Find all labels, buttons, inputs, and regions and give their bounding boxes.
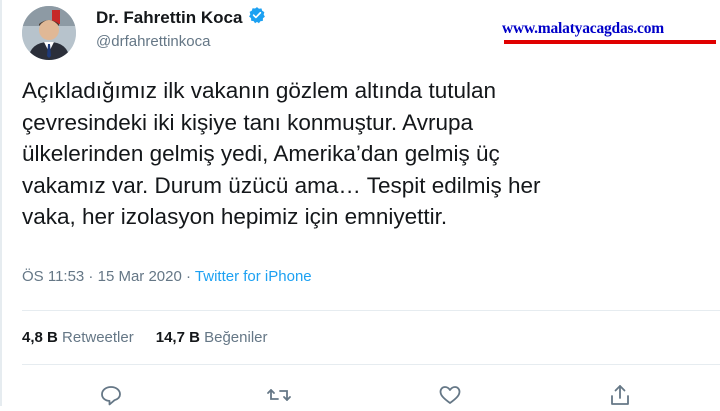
tweet-meta: ÖS 11:53 · 15 Mar 2020 · Twitter for iPh…	[22, 268, 312, 285]
likes-label: Beğeniler	[204, 329, 268, 346]
divider	[22, 310, 720, 311]
like-icon[interactable]	[438, 384, 464, 406]
tweet-line: çevresindeki iki kişiye tanı konmuştur. …	[22, 109, 474, 135]
meta-separator: ·	[181, 268, 195, 285]
watermark-text: www.malatyacagdas.com	[502, 20, 664, 37]
author-block: Dr. Fahrettin Koca @drfahrettinkoca	[96, 6, 266, 50]
retweets-label: Retweetler	[62, 329, 134, 346]
display-name[interactable]: Dr. Fahrettin Koca	[96, 8, 242, 28]
tweet-source-link[interactable]: Twitter for iPhone	[195, 268, 312, 285]
meta-separator: ·	[84, 268, 98, 285]
avatar-image	[22, 6, 76, 60]
tweet-line: Açıkladığımız ilk vakanın gözlem altında…	[22, 78, 496, 103]
tweet-date[interactable]: 15 Mar 2020	[98, 268, 182, 285]
watermark-underline	[504, 40, 716, 44]
retweets-count: 4,8 B	[22, 329, 58, 346]
tweet-line: ülkelerinden gelmiş yedi, Amerika’dan ge…	[22, 141, 500, 166]
verified-badge-icon	[248, 6, 266, 29]
share-icon[interactable]	[608, 384, 634, 406]
action-bar	[0, 380, 720, 406]
retweets-stat[interactable]: 4,8 B Retweetler	[22, 329, 134, 346]
tweet-line: vaka, her izolasyon hepimiz için emniyet…	[22, 204, 448, 229]
likes-count: 14,7 B	[155, 329, 200, 346]
reply-icon[interactable]	[99, 384, 125, 406]
tweet-time[interactable]: ÖS 11:53	[22, 268, 84, 285]
handle[interactable]: @drfahrettinkoca	[96, 33, 266, 50]
likes-stat[interactable]: 14,7 B Beğeniler	[156, 329, 268, 346]
tweet-line: vakamız var. Durum üzücü ama… Tespit edi…	[22, 172, 541, 198]
divider	[22, 364, 720, 365]
tweet-stats: 4,8 B Retweetler 14,7 B Beğeniler	[22, 329, 268, 346]
watermark: www.malatyacagdas.com	[502, 20, 718, 44]
avatar[interactable]	[22, 6, 76, 60]
left-border	[0, 0, 2, 406]
tweet-text: Açıkladığımız ilk vakanın gözlem altında…	[22, 75, 702, 233]
retweet-icon[interactable]	[266, 384, 292, 406]
